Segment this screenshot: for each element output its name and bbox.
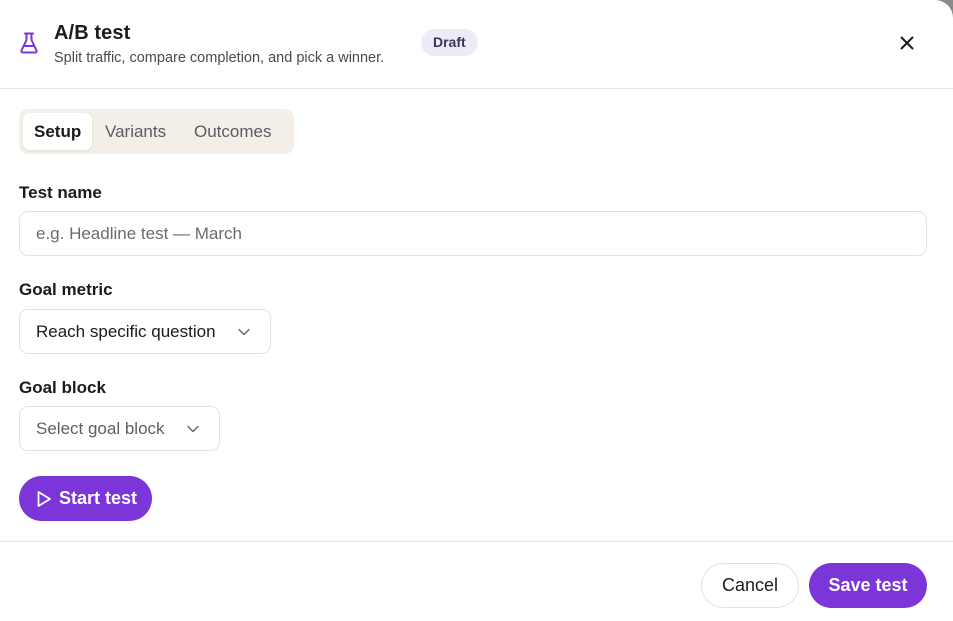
status-badge: Draft — [421, 29, 478, 56]
goal-block-label: Goal block — [19, 378, 106, 397]
tab-variants[interactable]: Variants — [105, 113, 166, 150]
dialog-header: A/B test Split traffic, compare completi… — [0, 0, 953, 89]
ab-test-dialog: A/B test Split traffic, compare completi… — [0, 0, 953, 621]
flask-icon — [20, 32, 38, 54]
goal-metric-select[interactable]: Reach specific question — [19, 309, 271, 354]
goal-metric-value: Reach specific question — [36, 322, 216, 341]
dialog-subtitle: Split traffic, compare completion, and p… — [54, 50, 385, 66]
test-name-label: Test name — [19, 183, 102, 202]
tab-outcomes[interactable]: Outcomes — [194, 113, 271, 150]
start-test-label: Start test — [59, 488, 138, 508]
tab-setup[interactable]: Setup — [23, 113, 93, 150]
tab-bar: Setup Variants Outcomes — [19, 109, 294, 154]
dialog-title: A/B test — [54, 22, 131, 44]
chevron-down-icon — [238, 328, 250, 336]
cancel-button[interactable]: Cancel — [701, 563, 799, 608]
goal-metric-label: Goal metric — [19, 280, 113, 299]
play-icon — [37, 491, 51, 507]
save-test-button[interactable]: Save test — [809, 563, 927, 608]
goal-block-select[interactable]: Select goal block — [19, 406, 220, 451]
goal-block-placeholder: Select goal block — [36, 419, 165, 438]
close-icon[interactable] — [895, 31, 919, 55]
test-name-input[interactable] — [19, 211, 927, 256]
dialog-footer: Cancel Save test — [0, 541, 953, 621]
start-test-button[interactable]: Start test — [19, 476, 152, 521]
chevron-down-icon — [187, 425, 199, 433]
